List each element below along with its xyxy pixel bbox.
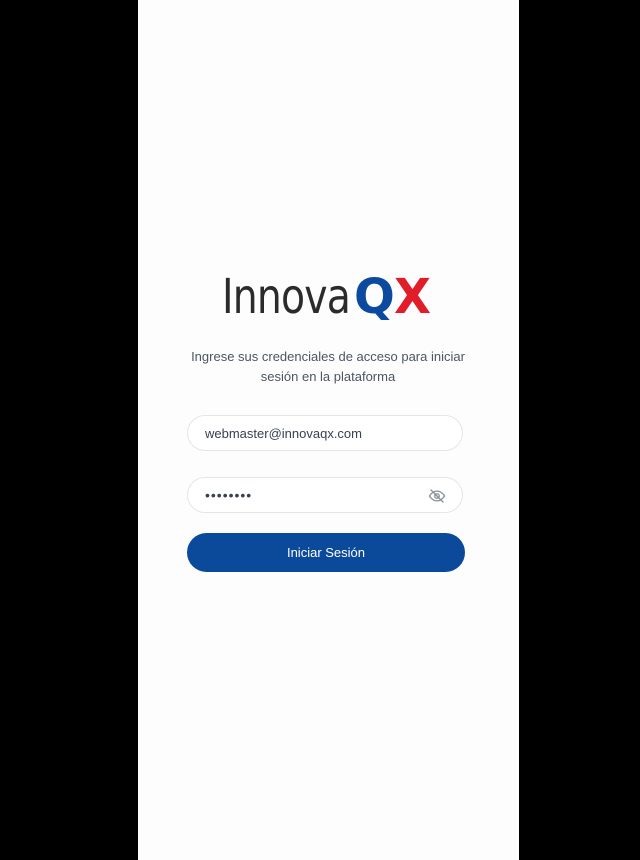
eye-off-icon[interactable] xyxy=(428,487,446,505)
password-input[interactable] xyxy=(205,478,425,512)
email-field-container xyxy=(187,415,463,451)
password-field-container xyxy=(187,477,463,513)
logo-q: Q xyxy=(354,269,395,325)
brand-logo: Innova Q X xyxy=(222,268,434,326)
email-input[interactable] xyxy=(205,416,425,450)
login-button[interactable]: Iniciar Sesión xyxy=(187,533,465,572)
logo-text: Innova xyxy=(222,269,351,325)
logo-x: X xyxy=(394,269,432,325)
login-instructions: Ingrese sus credenciales de acceso para … xyxy=(191,349,465,384)
login-screen: Innova Q X Ingrese sus credenciales de acc… xyxy=(138,0,519,860)
